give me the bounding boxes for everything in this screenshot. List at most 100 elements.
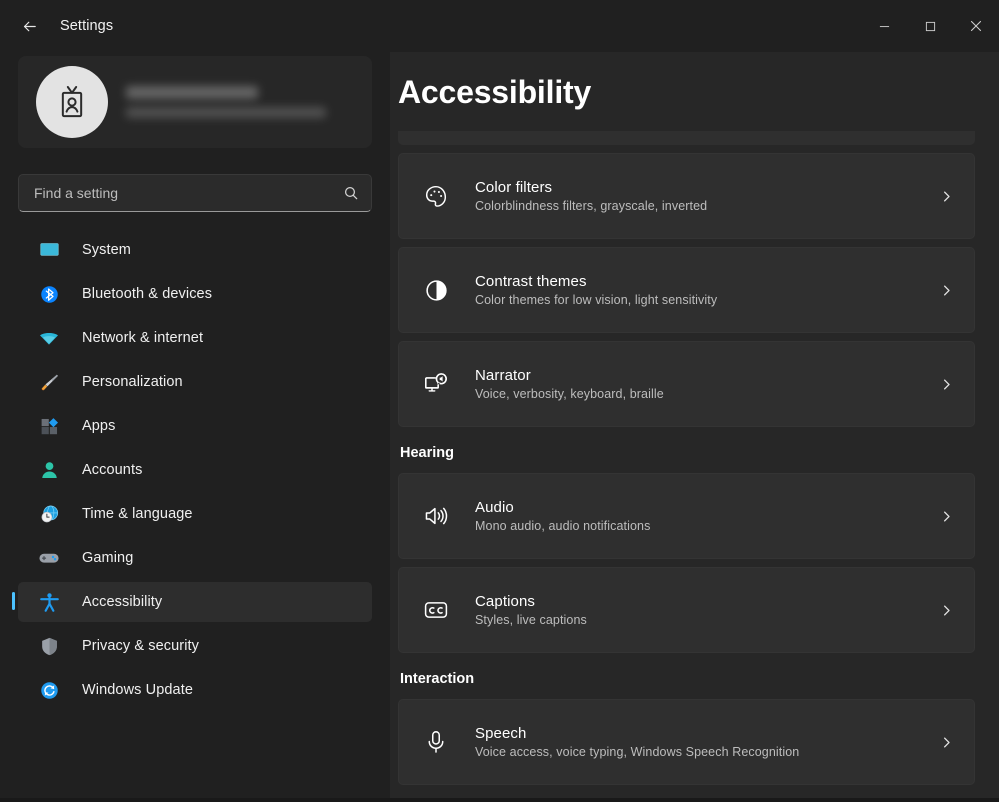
card-subtitle: Voice, verbosity, keyboard, braille [475,387,664,401]
close-button[interactable] [953,0,999,52]
search-icon[interactable] [343,185,359,201]
chevron-right-icon[interactable] [936,603,956,618]
search-box[interactable] [18,174,372,212]
id-badge-icon [61,86,83,118]
card-text: Captions Styles, live captions [475,593,936,627]
closed-caption-icon [421,597,451,623]
card-title: Captions [475,593,536,610]
sidebar-item-accessibility[interactable]: Accessibility [12,582,372,622]
settings-window: Settings Find a setting System Bluetooth… [0,0,999,802]
chevron-right-icon[interactable] [936,189,956,204]
sidebar-item-label: Network & internet [82,330,204,346]
sidebar-item-label: Privacy & security [82,638,200,654]
settings-list: Color filters Colorblindness filters, gr… [398,131,975,785]
person-icon [38,459,60,481]
profile-name-redacted [126,86,258,99]
chevron-right-icon[interactable] [936,509,956,524]
maximize-button[interactable] [907,0,953,52]
app-title: Settings [60,18,114,34]
sidebar-nav: System Bluetooth & devices Network & int… [0,230,390,714]
card-subtitle: Styles, live captions [475,613,587,627]
card-text: Speech Voice access, voice typing, Windo… [475,725,936,759]
narrator-monitor-icon [421,371,451,397]
setting-card-color-filters[interactable]: Color filters Colorblindness filters, gr… [398,153,975,239]
chevron-right-icon[interactable] [936,377,956,392]
sidebar-item-privacy-security[interactable]: Privacy & security [18,626,372,666]
profile-text [126,86,354,118]
microphone-icon [421,729,451,755]
minimize-button[interactable] [861,0,907,52]
sidebar-item-bluetooth-devices[interactable]: Bluetooth & devices [18,274,372,314]
apps-grid-icon [38,415,60,437]
sidebar-item-gaming[interactable]: Gaming [18,538,372,578]
color-palette-icon [421,183,451,209]
setting-card-captions[interactable]: Captions Styles, live captions [398,567,975,653]
setting-card-audio[interactable]: Audio Mono audio, audio notifications [398,473,975,559]
minimize-icon [879,25,889,27]
sidebar-item-label: Windows Update [82,682,194,698]
maximize-icon [925,21,935,31]
sidebar-item-windows-update[interactable]: Windows Update [18,670,372,710]
setting-card-speech[interactable]: Speech Voice access, voice typing, Windo… [398,699,975,785]
sidebar-item-label: Accounts [82,462,143,478]
main-content: Accessibility Color filters Colorblindne… [390,52,999,802]
search-input[interactable] [34,185,343,201]
sidebar-item-label: Time & language [82,506,193,522]
card-text: Contrast themes Color themes for low vis… [475,273,936,307]
sidebar-item-label: Accessibility [82,594,163,610]
window-body: System Bluetooth & devices [0,52,999,802]
user-profile-card[interactable] [18,56,372,148]
profile-email-redacted [126,107,326,118]
taskbar-edge [0,798,999,802]
section-heading-interaction: Interaction [400,671,475,687]
monitor-icon [38,239,60,261]
card-title: Color filters [475,179,553,196]
accessibility-person-icon [38,591,60,613]
card-subtitle: Colorblindness filters, grayscale, inver… [475,199,708,213]
main-inner: Accessibility Color filters Colorblindne… [390,52,999,802]
card-subtitle: Color themes for low vision, light sensi… [475,293,718,307]
avatar [36,66,108,138]
setting-card-contrast-themes[interactable]: Contrast themes Color themes for low vis… [398,247,975,333]
window-controls [861,0,999,52]
sidebar-item-personalization[interactable]: Personalization [18,362,372,402]
chevron-right-icon[interactable] [936,735,956,750]
update-refresh-icon [38,679,60,701]
speaker-icon [421,503,451,529]
sidebar-item-network-internet[interactable]: Network & internet [18,318,372,358]
card-subtitle: Voice access, voice typing, Windows Spee… [475,745,800,759]
contrast-circle-icon [421,278,451,303]
sidebar-item-label: System [82,242,131,258]
section-heading-hearing: Hearing [400,445,454,461]
card-text: Narrator Voice, verbosity, keyboard, bra… [475,367,936,401]
card-text: Audio Mono audio, audio notifications [475,499,936,533]
globe-clock-icon [38,503,60,525]
setting-card-narrator[interactable]: Narrator Voice, verbosity, keyboard, bra… [398,341,975,427]
sidebar-item-system[interactable]: System [18,230,372,270]
bluetooth-icon [38,283,60,305]
card-title: Narrator [475,367,531,384]
card-title: Speech [475,725,527,742]
sidebar-item-label: Gaming [82,550,134,566]
sidebar: System Bluetooth & devices [0,52,390,802]
search-container [18,174,372,212]
partial-card-above[interactable] [398,131,975,145]
page-title: Accessibility [398,74,592,110]
sidebar-item-accounts[interactable]: Accounts [18,450,372,490]
chevron-right-icon[interactable] [936,283,956,298]
sidebar-item-label: Bluetooth & devices [82,286,213,302]
gamepad-icon [38,547,60,569]
back-arrow-icon [23,21,36,31]
title-bar: Settings [0,0,999,52]
card-subtitle: Mono audio, audio notifications [475,519,651,533]
wifi-icon [38,327,60,349]
back-button[interactable] [12,9,46,43]
sidebar-item-label: Apps [82,418,116,434]
card-title: Contrast themes [475,273,587,290]
card-title: Audio [475,499,514,516]
sidebar-item-apps[interactable]: Apps [18,406,372,446]
sidebar-item-label: Personalization [82,374,183,390]
sidebar-item-time-language[interactable]: Time & language [18,494,372,534]
close-icon [970,20,982,32]
shield-icon [38,635,60,657]
